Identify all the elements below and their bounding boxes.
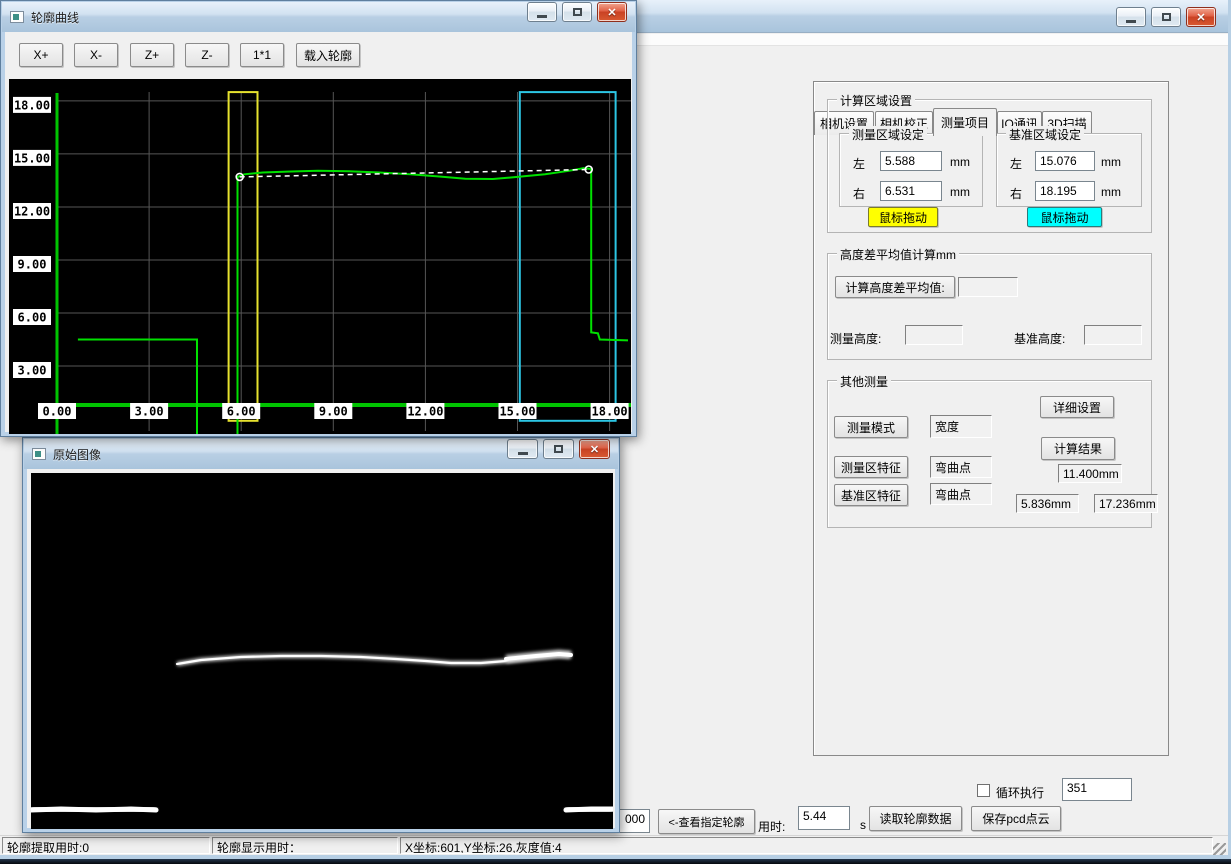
reference-height-field[interactable]	[1084, 325, 1142, 345]
tab-measurement-items[interactable]: 测量项目	[933, 108, 997, 136]
reference-feature-field[interactable]: 弯曲点	[930, 483, 992, 505]
y-tick-label: 3.00	[18, 364, 47, 378]
profile-window-icon	[10, 11, 24, 23]
view-profile-button[interactable]: <-查看指定轮廓	[658, 809, 755, 834]
measure-left-unit: mm	[950, 155, 970, 169]
main-minimize-button[interactable]	[1116, 7, 1146, 27]
y-tick-label: 6.00	[18, 311, 47, 325]
measure-region-rect[interactable]	[229, 92, 258, 421]
read-profile-button[interactable]: 读取轮廓数据	[869, 806, 962, 831]
result-right-field[interactable]: 17.236mm	[1094, 494, 1158, 513]
image-window-icon	[32, 448, 46, 460]
profile-chart-canvas[interactable]: 3.00 6.00 9.00 12.00 15.00 18.00 0.00 3.00 6.00 9…	[9, 79, 631, 434]
elapsed-field[interactable]: 5.44	[798, 806, 850, 830]
reference-left-input[interactable]: 15.076	[1035, 151, 1095, 171]
main-maximize-button[interactable]	[1151, 7, 1181, 27]
y-tick-label: 18.00	[14, 98, 50, 112]
loop-checkbox-label: 循环执行	[996, 784, 1044, 801]
image-window-titlebar[interactable]: 原始图像 ✕	[24, 439, 618, 469]
measure-feature-field[interactable]: 弯曲点	[930, 456, 992, 478]
status-panel-cursor-info: X坐标:601,Y坐标:26,灰度值:4	[400, 837, 1213, 854]
status-panel-extract-time: 轮廓提取用时:0	[2, 837, 210, 854]
profile-polyline	[238, 168, 629, 434]
zoom-x-minus-button[interactable]: X-	[74, 43, 118, 67]
image-minimize-button[interactable]	[507, 439, 538, 459]
elapsed-unit-label: s	[860, 818, 866, 832]
reference-feature-button[interactable]: 基准区特征	[834, 484, 908, 506]
x-tick-label: 9.00	[319, 405, 348, 419]
profile-maximize-button[interactable]	[562, 2, 592, 22]
image-window-client	[27, 469, 615, 828]
x-tick-label: 15.00	[499, 405, 535, 419]
x-tick-label: 12.00	[407, 405, 443, 419]
measure-right-unit: mm	[950, 185, 970, 199]
measure-height-label: 测量高度:	[830, 330, 881, 347]
reference-left-label: 左	[1010, 155, 1022, 172]
other-measure-group-title: 其他测量	[837, 373, 891, 390]
measure-area-title: 测量区域设定	[849, 126, 927, 143]
measure-drag-button[interactable]: 鼠标拖动	[868, 207, 938, 227]
save-pcd-button[interactable]: 保存pcd点云	[971, 806, 1061, 831]
loop-checkbox[interactable]	[977, 784, 990, 797]
reference-height-label: 基准高度:	[1014, 330, 1065, 347]
elapsed-label: 用时:	[758, 818, 785, 835]
x-tick-label: 18.00	[592, 405, 628, 419]
reference-right-unit: mm	[1101, 185, 1121, 199]
laser-line	[566, 809, 613, 810]
profile-minimize-button[interactable]	[527, 2, 557, 22]
laser-line	[31, 809, 156, 810]
measure-feature-button[interactable]: 测量区特征	[834, 456, 908, 478]
reference-right-label: 右	[1010, 185, 1022, 202]
reference-left-unit: mm	[1101, 155, 1121, 169]
status-panel-display-time: 轮廓显示用时：	[212, 837, 398, 854]
measure-mode-button[interactable]: 测量模式	[834, 416, 908, 438]
laser-image-canvas[interactable]	[31, 473, 613, 829]
desktop-strip	[0, 859, 1231, 864]
profile-close-button[interactable]: ✕	[597, 2, 627, 22]
resize-grip[interactable]	[1213, 843, 1226, 855]
reference-area-title: 基准区域设定	[1006, 126, 1084, 143]
x-tick-label: 3.00	[135, 405, 164, 419]
height-diff-group-title: 高度差平均值计算mm	[837, 246, 959, 263]
reference-right-input[interactable]: 18.195	[1035, 181, 1095, 201]
result-width-field[interactable]: 11.400mm	[1058, 464, 1122, 483]
reference-region-rect[interactable]	[520, 92, 616, 421]
measure-right-input[interactable]: 6.531	[880, 181, 942, 201]
image-window: 原始图像 ✕	[22, 437, 620, 833]
profile-window-titlebar[interactable]: 轮廓曲线 ✕	[2, 2, 635, 32]
profile-window: 轮廓曲线 ✕ X+ X- Z+ Z- 1*1 载入轮廓 3.00 6.00 9.00…	[0, 0, 637, 437]
zoom-z-minus-button[interactable]: Z-	[185, 43, 229, 67]
load-profile-button[interactable]: 载入轮廓	[296, 43, 360, 67]
measure-right-label: 右	[853, 185, 865, 202]
profile-polyline	[78, 340, 197, 435]
profile-window-title: 轮廓曲线	[31, 9, 79, 26]
loop-count-field[interactable]: 351	[1062, 778, 1132, 801]
height-diff-result-field[interactable]	[958, 277, 1018, 297]
measure-left-input[interactable]: 5.588	[880, 151, 942, 171]
detail-settings-button[interactable]: 详细设置	[1040, 396, 1114, 418]
measure-mode-field[interactable]: 宽度	[930, 415, 992, 438]
measure-left-label: 左	[853, 155, 865, 172]
profile-window-client: X+ X- Z+ Z- 1*1 载入轮廓 3.00 6.00 9.00 12.00 15…	[5, 32, 632, 432]
y-tick-label: 15.00	[14, 151, 50, 165]
image-window-title: 原始图像	[53, 446, 101, 463]
result-left-field[interactable]: 5.836mm	[1016, 494, 1079, 513]
main-close-button[interactable]: ✕	[1186, 7, 1216, 27]
y-tick-label: 9.00	[18, 258, 47, 272]
image-maximize-button[interactable]	[543, 439, 574, 459]
zoom-z-plus-button[interactable]: Z+	[130, 43, 174, 67]
calc-result-button[interactable]: 计算结果	[1041, 437, 1115, 460]
calc-height-diff-button[interactable]: 计算高度差平均值:	[835, 276, 955, 298]
image-close-button[interactable]: ✕	[579, 439, 610, 459]
measure-height-field[interactable]	[905, 325, 963, 345]
calc-area-group-title: 计算区域设置	[837, 92, 915, 109]
x-tick-label: 0.00	[43, 405, 72, 419]
reference-drag-button[interactable]: 鼠标拖动	[1027, 207, 1102, 227]
y-tick-label: 12.00	[14, 205, 50, 219]
zoom-reset-button[interactable]: 1*1	[240, 43, 284, 67]
zoom-x-plus-button[interactable]: X+	[19, 43, 63, 67]
x-tick-label: 6.00	[227, 405, 256, 419]
